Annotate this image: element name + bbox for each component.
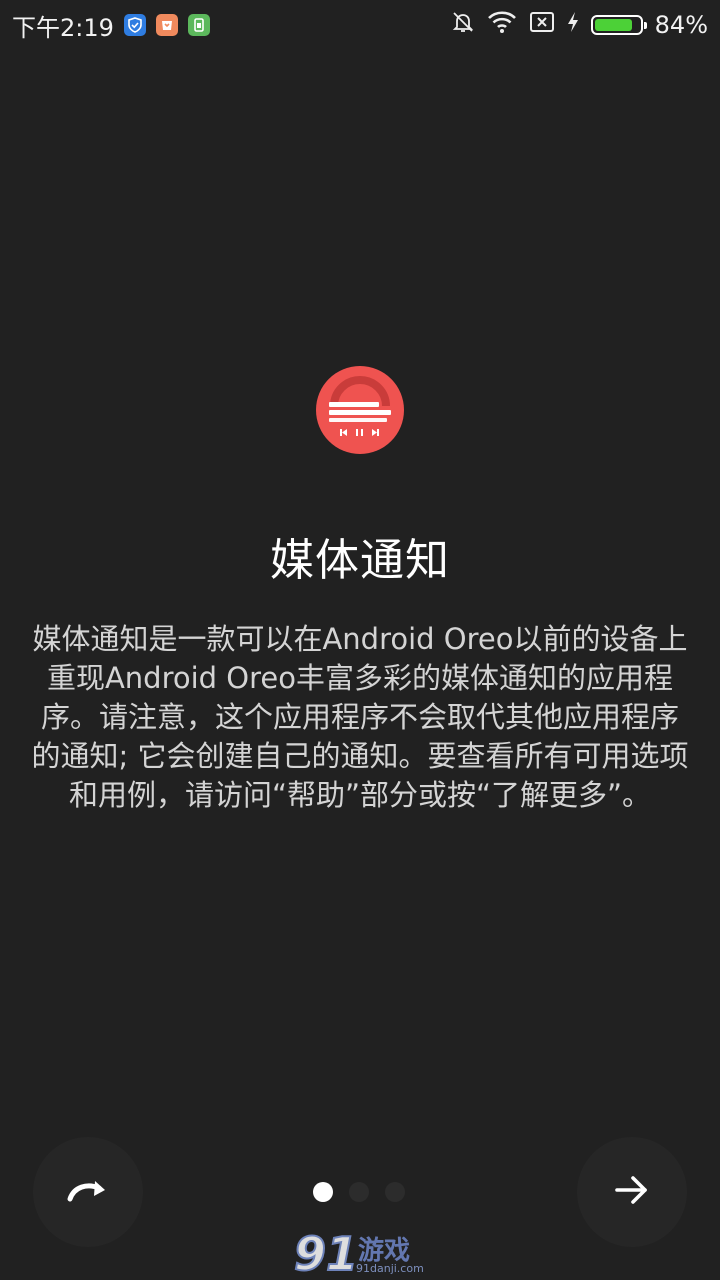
no-sim-icon xyxy=(529,11,555,39)
battery-icon xyxy=(590,15,647,35)
battery-percent: 84% xyxy=(654,11,708,39)
battery-level-fill xyxy=(594,19,632,31)
skip-icon xyxy=(65,1175,111,1209)
arrow-right-icon xyxy=(614,1174,650,1210)
sim-app-icon xyxy=(187,14,210,36)
watermark-91-mark: 91 xyxy=(293,1226,359,1280)
skip-button[interactable] xyxy=(33,1137,143,1247)
page-dot-2 xyxy=(349,1182,369,1202)
watermark-url: 91danji.com xyxy=(356,1262,424,1275)
wifi-icon xyxy=(487,10,517,40)
page-dot-3 xyxy=(385,1182,405,1202)
status-bar: 下午2:19 84% xyxy=(0,0,720,50)
page-title: 媒体通知 xyxy=(270,535,450,586)
mute-icon xyxy=(451,10,475,40)
watermark-logo: 91 游戏 91danji.com xyxy=(292,1226,432,1280)
status-left: 下午2:19 xyxy=(12,8,210,43)
media-notification-app-icon xyxy=(316,366,404,454)
next-button[interactable] xyxy=(577,1137,687,1247)
status-time: 下午2:19 xyxy=(12,13,114,42)
svg-text:91: 91 xyxy=(294,1227,358,1278)
page-dot-1 xyxy=(313,1182,333,1202)
onboarding-screen: 下午2:19 84% 媒体通知 媒体通知是一款可以在Android Oreo以前… xyxy=(0,0,720,1280)
status-right: 84% xyxy=(451,10,708,40)
store-app-icon xyxy=(155,14,178,36)
charging-icon xyxy=(567,11,579,39)
page-description: 媒体通知是一款可以在Android Oreo以前的设备上重现Android Or… xyxy=(31,622,689,812)
shield-app-icon xyxy=(123,14,146,36)
page-indicator xyxy=(313,1182,405,1202)
